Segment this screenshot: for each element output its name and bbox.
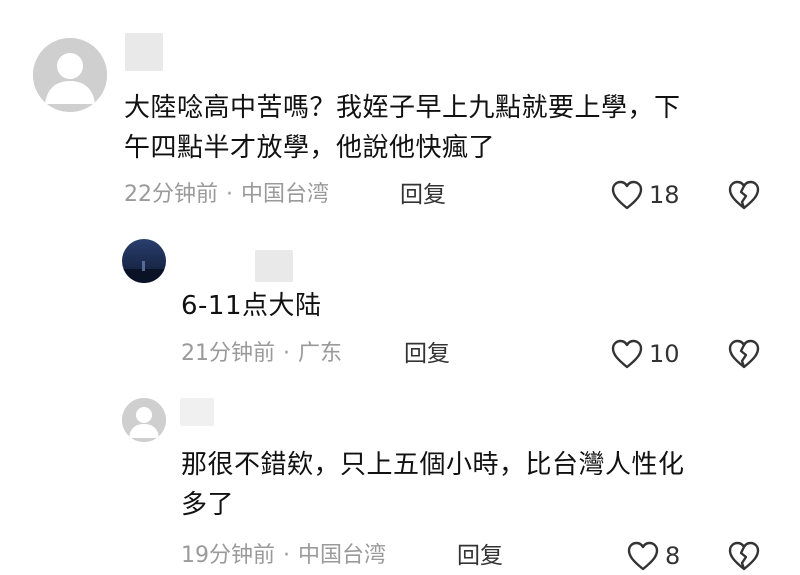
like-count: 8 (665, 542, 681, 570)
reply-button[interactable]: 回复 (400, 180, 446, 210)
comment-location: 中国台湾 (241, 182, 330, 207)
comment-time: 19分钟前 (181, 543, 275, 568)
separator-dot: · (283, 341, 290, 366)
comment-time: 21分钟前 (181, 341, 275, 366)
avatar[interactable] (33, 38, 107, 112)
comment-location: 广东 (298, 341, 343, 366)
dislike-button[interactable] (728, 541, 760, 573)
comment-text-line: 大陸唸高中苦嗎？我姪子早上九點就要上學，下 (124, 93, 681, 123)
separator-dot: · (283, 543, 290, 568)
like-count: 10 (649, 340, 680, 368)
comment-time: 22分钟前 (124, 182, 218, 207)
broken-heart-icon (728, 339, 760, 369)
avatar[interactable] (122, 239, 166, 283)
like-button[interactable]: 8 (627, 539, 680, 573)
comment-text-line: 午四點半才放學，他說他快瘋了 (124, 133, 496, 163)
comment-meta: 19分钟前 · 中国台湾 (181, 541, 386, 571)
heart-outline-icon (611, 339, 643, 369)
heart-outline-icon (611, 180, 643, 210)
username-redacted (125, 33, 163, 71)
heart-outline-icon (627, 541, 659, 571)
avatar[interactable] (122, 398, 166, 442)
comment-meta: 21分钟前 · 广东 (181, 339, 342, 369)
username-redacted (180, 398, 214, 426)
comment-text: 大陸唸高中苦嗎？我姪子早上九點就要上學，下 午四點半才放學，他說他快瘋了 (124, 88, 681, 168)
comment-text-line: 那很不錯欸，只上五個小時，比台灣人性化 (181, 450, 685, 480)
default-avatar-icon (122, 398, 166, 442)
comment-text: 6-11点大陆 (181, 286, 322, 326)
like-button[interactable]: 18 (611, 178, 680, 212)
reply-button[interactable]: 回复 (457, 541, 503, 571)
comment-location: 中国台湾 (298, 543, 387, 568)
dislike-button[interactable] (728, 339, 760, 371)
dislike-button[interactable] (728, 180, 760, 212)
username-redacted (255, 250, 293, 282)
comment-text: 那很不錯欸，只上五個小時，比台灣人性化 多了 (181, 445, 685, 525)
default-avatar-icon (33, 38, 107, 112)
comment-text-line: 6-11点大陆 (181, 291, 322, 321)
night-scene-avatar-icon (122, 239, 166, 283)
comment-meta: 22分钟前 · 中国台湾 (124, 180, 329, 210)
like-button[interactable]: 10 (611, 337, 680, 371)
separator-dot: · (226, 182, 233, 207)
broken-heart-icon (728, 541, 760, 571)
broken-heart-icon (728, 180, 760, 210)
comment-text-line: 多了 (181, 490, 235, 520)
like-count: 18 (649, 181, 680, 209)
reply-button[interactable]: 回复 (404, 339, 450, 369)
